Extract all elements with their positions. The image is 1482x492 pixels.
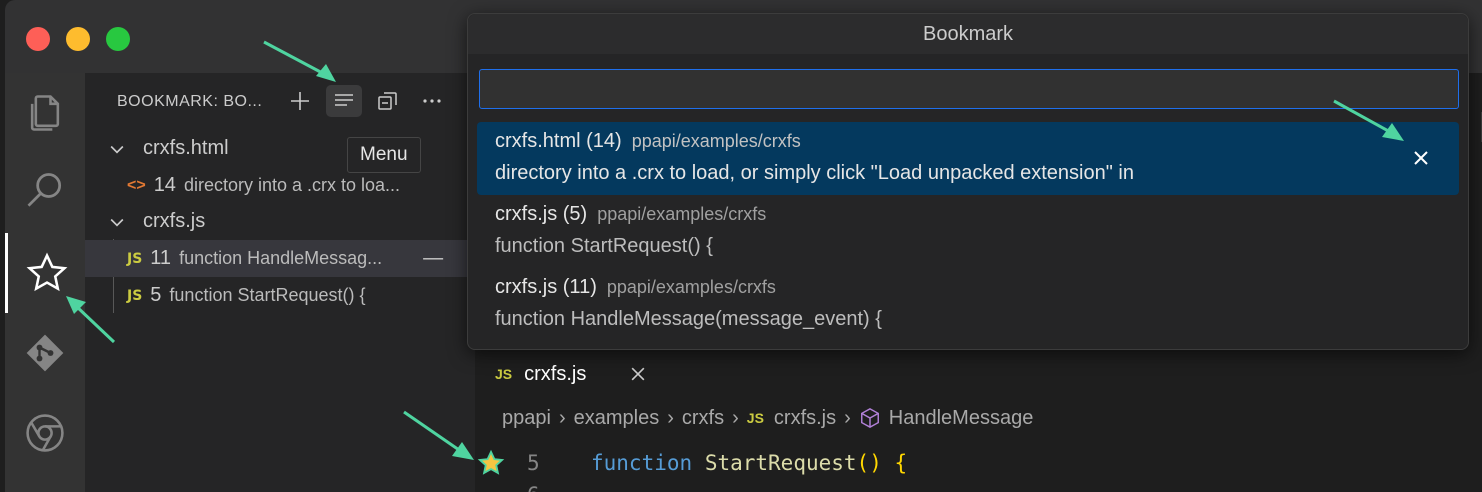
js-icon: JS [495,366,513,382]
chevron-right-icon: › [732,406,739,429]
close-icon[interactable] [628,364,648,384]
bookmark-gutter-star-icon[interactable] [477,449,505,477]
js-icon: JS [127,287,143,304]
code-open-paren: ( [856,451,870,475]
close-icon[interactable] [1409,146,1433,170]
js-icon: JS [127,250,143,267]
bookmark-preview: function HandleMessag... [179,248,383,268]
search-icon [27,173,62,207]
code-text[interactable]: function StartRequest() { [591,451,907,475]
breadcrumb-item[interactable]: crxfs.js [774,407,836,430]
quick-pick-item-detail: function HandleMessage(message_event) { [495,308,882,330]
bookmark-quick-pick: Bookmark crxfs.html (14) ppapi/examples/c… [467,13,1469,350]
tree-bookmark-js-5[interactable]: JS 5 function StartRequest() { [85,277,475,314]
activity-search[interactable] [5,151,85,231]
chevron-down-icon [110,145,124,154]
code-close-paren: ) [869,451,882,475]
js-icon: JS [746,410,764,426]
quick-pick-item[interactable]: crxfs.js (5) ppapi/examples/crxfs functio… [477,195,1459,268]
quick-pick-title: Bookmark [468,14,1468,54]
tree-file-label: crxfs.html [143,137,229,159]
add-bookmark-button[interactable] [282,85,318,117]
chevron-right-icon: › [667,406,674,429]
tree-bookmark-js-11[interactable]: JS 11 function HandleMessag... — [85,240,475,277]
close-window-button[interactable] [26,27,50,51]
annotation-arrow-menu [263,40,336,82]
quick-pick-item[interactable]: crxfs.html (14) ppapi/examples/crxfs dire… [477,122,1459,195]
tab-label: crxfs.js [524,362,587,385]
chevron-right-icon: › [844,406,851,429]
maximize-window-button[interactable] [106,27,130,51]
remove-bookmark-button[interactable]: — [423,247,443,270]
line-number: 5 [527,451,540,475]
files-icon [30,95,60,131]
code-line: 5 function StartRequest() { [475,445,1482,481]
annotation-arrow-star [66,296,116,344]
quick-pick-item-description: ppapi/examples/crxfs [597,204,767,224]
quick-pick-item-header: crxfs.js (5) ppapi/examples/crxfs [495,203,766,226]
quick-pick-item-header: crxfs.js (11) ppapi/examples/crxfs [495,276,776,299]
sidebar-title: BOOKMARK: BO... [117,93,263,110]
list-icon [335,94,353,106]
tab-crxfs-js[interactable]: JS crxfs.js [475,349,673,399]
tree-file-crxfs-js[interactable]: crxfs.js [85,203,475,240]
bookmark-line-number: 14 [153,174,176,196]
line-number: 6 [527,483,540,492]
quick-pick-item-description: ppapi/examples/crxfs [606,277,776,297]
menu-button[interactable] [326,85,362,117]
bookmark-line-number: 5 [150,284,162,306]
bookmark-preview: function StartRequest() { [169,285,366,305]
activity-explorer[interactable] [5,73,85,153]
bookmark-line-number: 11 [150,247,172,269]
chrome-icon [26,414,64,452]
code-keyword: function [591,451,693,475]
bookmark-preview: directory into a .crx to loa... [183,175,401,195]
code-brace: { [894,451,908,475]
breadcrumb: ppapi › examples › crxfs › JS crxfs.js ›… [475,399,1482,437]
quick-pick-item[interactable]: crxfs.js (11) ppapi/examples/crxfs functi… [477,268,1459,341]
quick-pick-item-header: crxfs.html (14) ppapi/examples/crxfs [495,130,801,153]
quick-pick-item-label: crxfs.js (11) [495,276,597,298]
collapse-all-icon [378,92,397,110]
quick-pick-item-detail: directory into a .crx to load, or simply… [495,162,1134,184]
chevron-right-icon: › [558,406,566,429]
collapse-all-button[interactable] [370,85,406,117]
breadcrumb-item[interactable]: examples [574,407,660,430]
quick-pick-item-detail: function StartRequest() { [495,235,713,257]
quick-pick-item-description: ppapi/examples/crxfs [631,131,801,151]
quick-pick-item-label: crxfs.js (5) [495,203,588,225]
activity-remote[interactable] [5,393,85,473]
annotation-arrow-close [1333,99,1404,141]
annotation-arrow-gutter [403,410,474,460]
breadcrumb-item[interactable]: ppapi [502,407,551,430]
html-icon: <> [127,176,146,194]
menu-tooltip: Menu [347,137,421,173]
activity-bar [5,73,85,492]
tree-file-label: crxfs.js [143,210,206,232]
quick-pick-input[interactable] [479,69,1459,109]
star-icon [26,252,67,292]
minimize-window-button[interactable] [66,27,90,51]
code-function-name: StartRequest [704,451,857,475]
more-actions-button[interactable] [414,85,450,117]
chevron-down-icon [110,218,124,227]
plus-icon [291,92,309,110]
ellipsis-icon [423,99,441,103]
symbol-method-icon [860,407,879,429]
breadcrumb-item[interactable]: crxfs [682,407,724,430]
quick-pick-item-label: crxfs.html (14) [495,130,622,152]
breadcrumb-item[interactable]: HandleMessage [889,407,1034,430]
